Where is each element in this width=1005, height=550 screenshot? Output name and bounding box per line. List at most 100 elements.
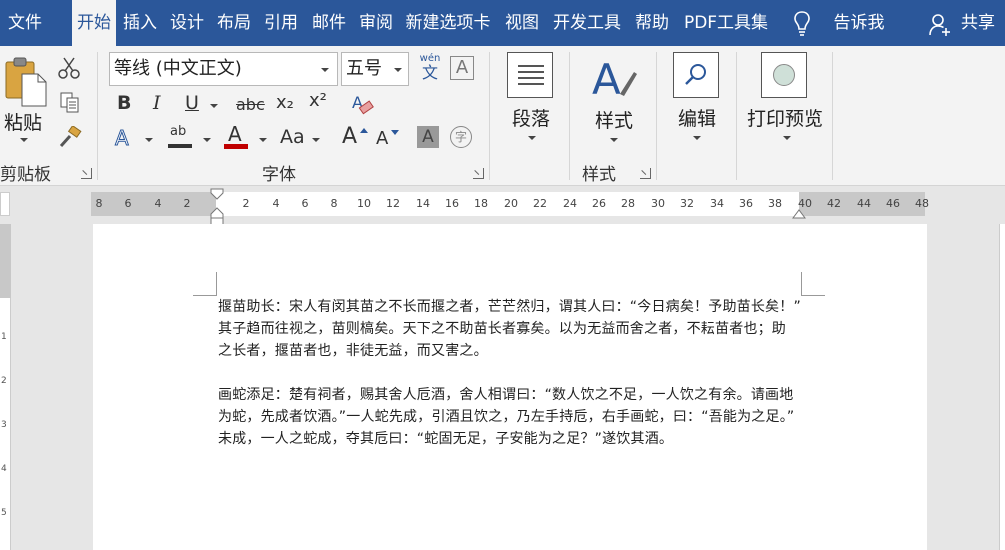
highlight-button[interactable]: ab <box>168 124 194 150</box>
text-effects-dropdown-icon[interactable] <box>145 138 153 142</box>
ruler-number: 38 <box>768 197 782 210</box>
ribbon-separator <box>832 52 833 180</box>
print-preview-dropdown-icon[interactable] <box>783 136 791 140</box>
phonetic-guide-button[interactable]: wén 文 <box>417 54 443 84</box>
paragraph-button[interactable]: 段落 <box>512 104 550 131</box>
highlight-label: ab <box>170 124 187 139</box>
tab-file[interactable]: 文件 <box>0 0 50 46</box>
ribbon-separator <box>489 52 490 180</box>
clear-formatting-icon[interactable]: A <box>350 92 374 116</box>
cut-icon[interactable] <box>58 56 80 80</box>
font-size-value: 五号 <box>346 58 382 79</box>
tab-layout[interactable]: 布局 <box>211 0 257 46</box>
tab-mailings[interactable]: 邮件 <box>306 0 352 46</box>
editing-dropdown-icon[interactable] <box>693 136 701 140</box>
text-line: 画蛇添足：楚有祠者，赐其舍人卮酒，舍人相谓曰：“数人饮之不足，一人饮之有余。请画… <box>218 387 794 403</box>
text-line: 未成，一人之蛇成，夺其卮曰：“蛇固无足，子安能为之足？”遂饮其酒。 <box>218 431 674 447</box>
character-border-button[interactable]: A <box>450 56 474 80</box>
tab-review[interactable]: 审阅 <box>353 0 399 46</box>
tell-me-search[interactable]: 告诉我 <box>828 0 890 46</box>
ruler-number: 2 <box>183 197 191 210</box>
text-effects-button[interactable]: A <box>115 126 130 151</box>
superscript-button[interactable]: x² <box>309 90 327 111</box>
tab-selector[interactable] <box>0 192 10 216</box>
grow-font-button[interactable]: A <box>342 124 368 152</box>
change-case-dropdown-icon[interactable] <box>312 138 320 142</box>
ruler-number: 42 <box>827 197 841 210</box>
tab-help[interactable]: 帮助 <box>630 0 674 46</box>
tab-design[interactable]: 设计 <box>164 0 210 46</box>
paste-icon[interactable] <box>4 56 48 108</box>
ruler-number: 20 <box>504 197 518 210</box>
paragraph-huashe[interactable]: 画蛇添足：楚有祠者，赐其舍人卮酒，舍人相谓曰：“数人饮之不足，一人饮之有余。请画… <box>218 384 808 450</box>
print-preview-icon[interactable] <box>761 52 807 98</box>
tab-pdf-tools[interactable]: PDF工具集 <box>678 0 774 46</box>
tab-insert[interactable]: 插入 <box>118 0 162 46</box>
vruler-number: 1 <box>1 332 7 342</box>
character-shading-button[interactable]: A <box>417 126 439 148</box>
tab-view[interactable]: 视图 <box>500 0 544 46</box>
chevron-down-icon[interactable] <box>394 68 402 72</box>
ruler-number: 32 <box>680 197 694 210</box>
font-size-combo[interactable]: 五号 <box>341 52 409 86</box>
svg-text:A: A <box>592 55 621 102</box>
ruler-number: 30 <box>651 197 665 210</box>
font-launcher-icon[interactable] <box>473 168 484 179</box>
document-page[interactable]: 揠苗助长：宋人有闵其苗之不长而揠之者，芒芒然归，谓其人曰：“今日病矣！予助苗长矣… <box>93 224 927 550</box>
italic-button[interactable]: I <box>153 92 161 114</box>
styles-button[interactable]: 样式 <box>595 106 633 133</box>
share-person-icon[interactable] <box>928 12 952 38</box>
tab-developer[interactable]: 开发工具 <box>547 0 627 46</box>
styles-icon[interactable]: A <box>590 54 638 102</box>
enclose-characters-button[interactable]: 字 <box>450 126 472 148</box>
tab-references[interactable]: 引用 <box>258 0 304 46</box>
underline-button[interactable]: U <box>185 92 199 114</box>
font-color-bar <box>224 144 248 149</box>
shrink-font-button[interactable]: A <box>376 128 400 152</box>
bold-button[interactable]: B <box>117 92 131 114</box>
print-preview-button[interactable]: 打印预览 <box>747 104 823 131</box>
change-case-button[interactable]: Aa <box>280 126 305 148</box>
share-button[interactable]: 共享 <box>958 0 998 46</box>
underline-dropdown-icon[interactable] <box>210 104 218 108</box>
paste-dropdown-icon[interactable] <box>20 138 28 142</box>
ruler-number: 8 <box>330 197 338 210</box>
grow-font-label: A <box>342 124 358 149</box>
font-color-button[interactable]: A <box>224 122 250 150</box>
right-indent-marker-icon[interactable] <box>792 206 806 220</box>
paragraph-yamiao[interactable]: 揠苗助长：宋人有闵其苗之不长而揠之者，芒芒然归，谓其人曰：“今日病矣！予助苗长矣… <box>218 296 808 362</box>
clipboard-group-label: 剪贴板 <box>0 165 51 185</box>
ruler-number: 34 <box>710 197 724 210</box>
editing-icon[interactable] <box>673 52 719 98</box>
lightbulb-icon[interactable] <box>792 10 812 38</box>
strikethrough-button[interactable]: abc <box>236 95 265 114</box>
text-line: 揠苗助长：宋人有闵其苗之不长而揠之者，芒芒然归，谓其人曰：“今日病矣！予助苗长矣… <box>218 299 801 315</box>
vruler-number: 2 <box>1 376 7 386</box>
paragraph-icon[interactable] <box>507 52 553 98</box>
indent-marker-icon[interactable] <box>210 188 224 226</box>
ruler-number: 2 <box>242 197 250 210</box>
styles-dropdown-icon[interactable] <box>610 138 618 142</box>
styles-launcher-icon[interactable] <box>640 168 651 179</box>
editing-button[interactable]: 编辑 <box>678 104 716 131</box>
crop-mark <box>801 272 825 296</box>
font-color-dropdown-icon[interactable] <box>259 138 267 142</box>
tab-home[interactable]: 开始 <box>72 0 116 46</box>
scrollbar[interactable] <box>999 224 1005 550</box>
paragraph-dropdown-icon[interactable] <box>528 136 536 140</box>
format-painter-icon[interactable] <box>58 126 82 148</box>
highlight-dropdown-icon[interactable] <box>203 138 211 142</box>
ruler-number: 24 <box>563 197 577 210</box>
chevron-down-icon[interactable] <box>321 68 329 72</box>
copy-icon[interactable] <box>60 92 80 114</box>
ruler-number: 8 <box>95 197 103 210</box>
clipboard-launcher-icon[interactable] <box>81 168 92 179</box>
ruler-number: 4 <box>272 197 280 210</box>
paste-label[interactable]: 粘贴 <box>4 108 42 135</box>
ruler-number: 14 <box>416 197 430 210</box>
ruler-number: 46 <box>886 197 900 210</box>
ruler-number: 6 <box>301 197 309 210</box>
tab-new-tab[interactable]: 新建选项卡 <box>400 0 496 46</box>
font-name-combo[interactable]: 等线 (中文正文) <box>109 52 338 86</box>
subscript-button[interactable]: x₂ <box>276 92 294 113</box>
